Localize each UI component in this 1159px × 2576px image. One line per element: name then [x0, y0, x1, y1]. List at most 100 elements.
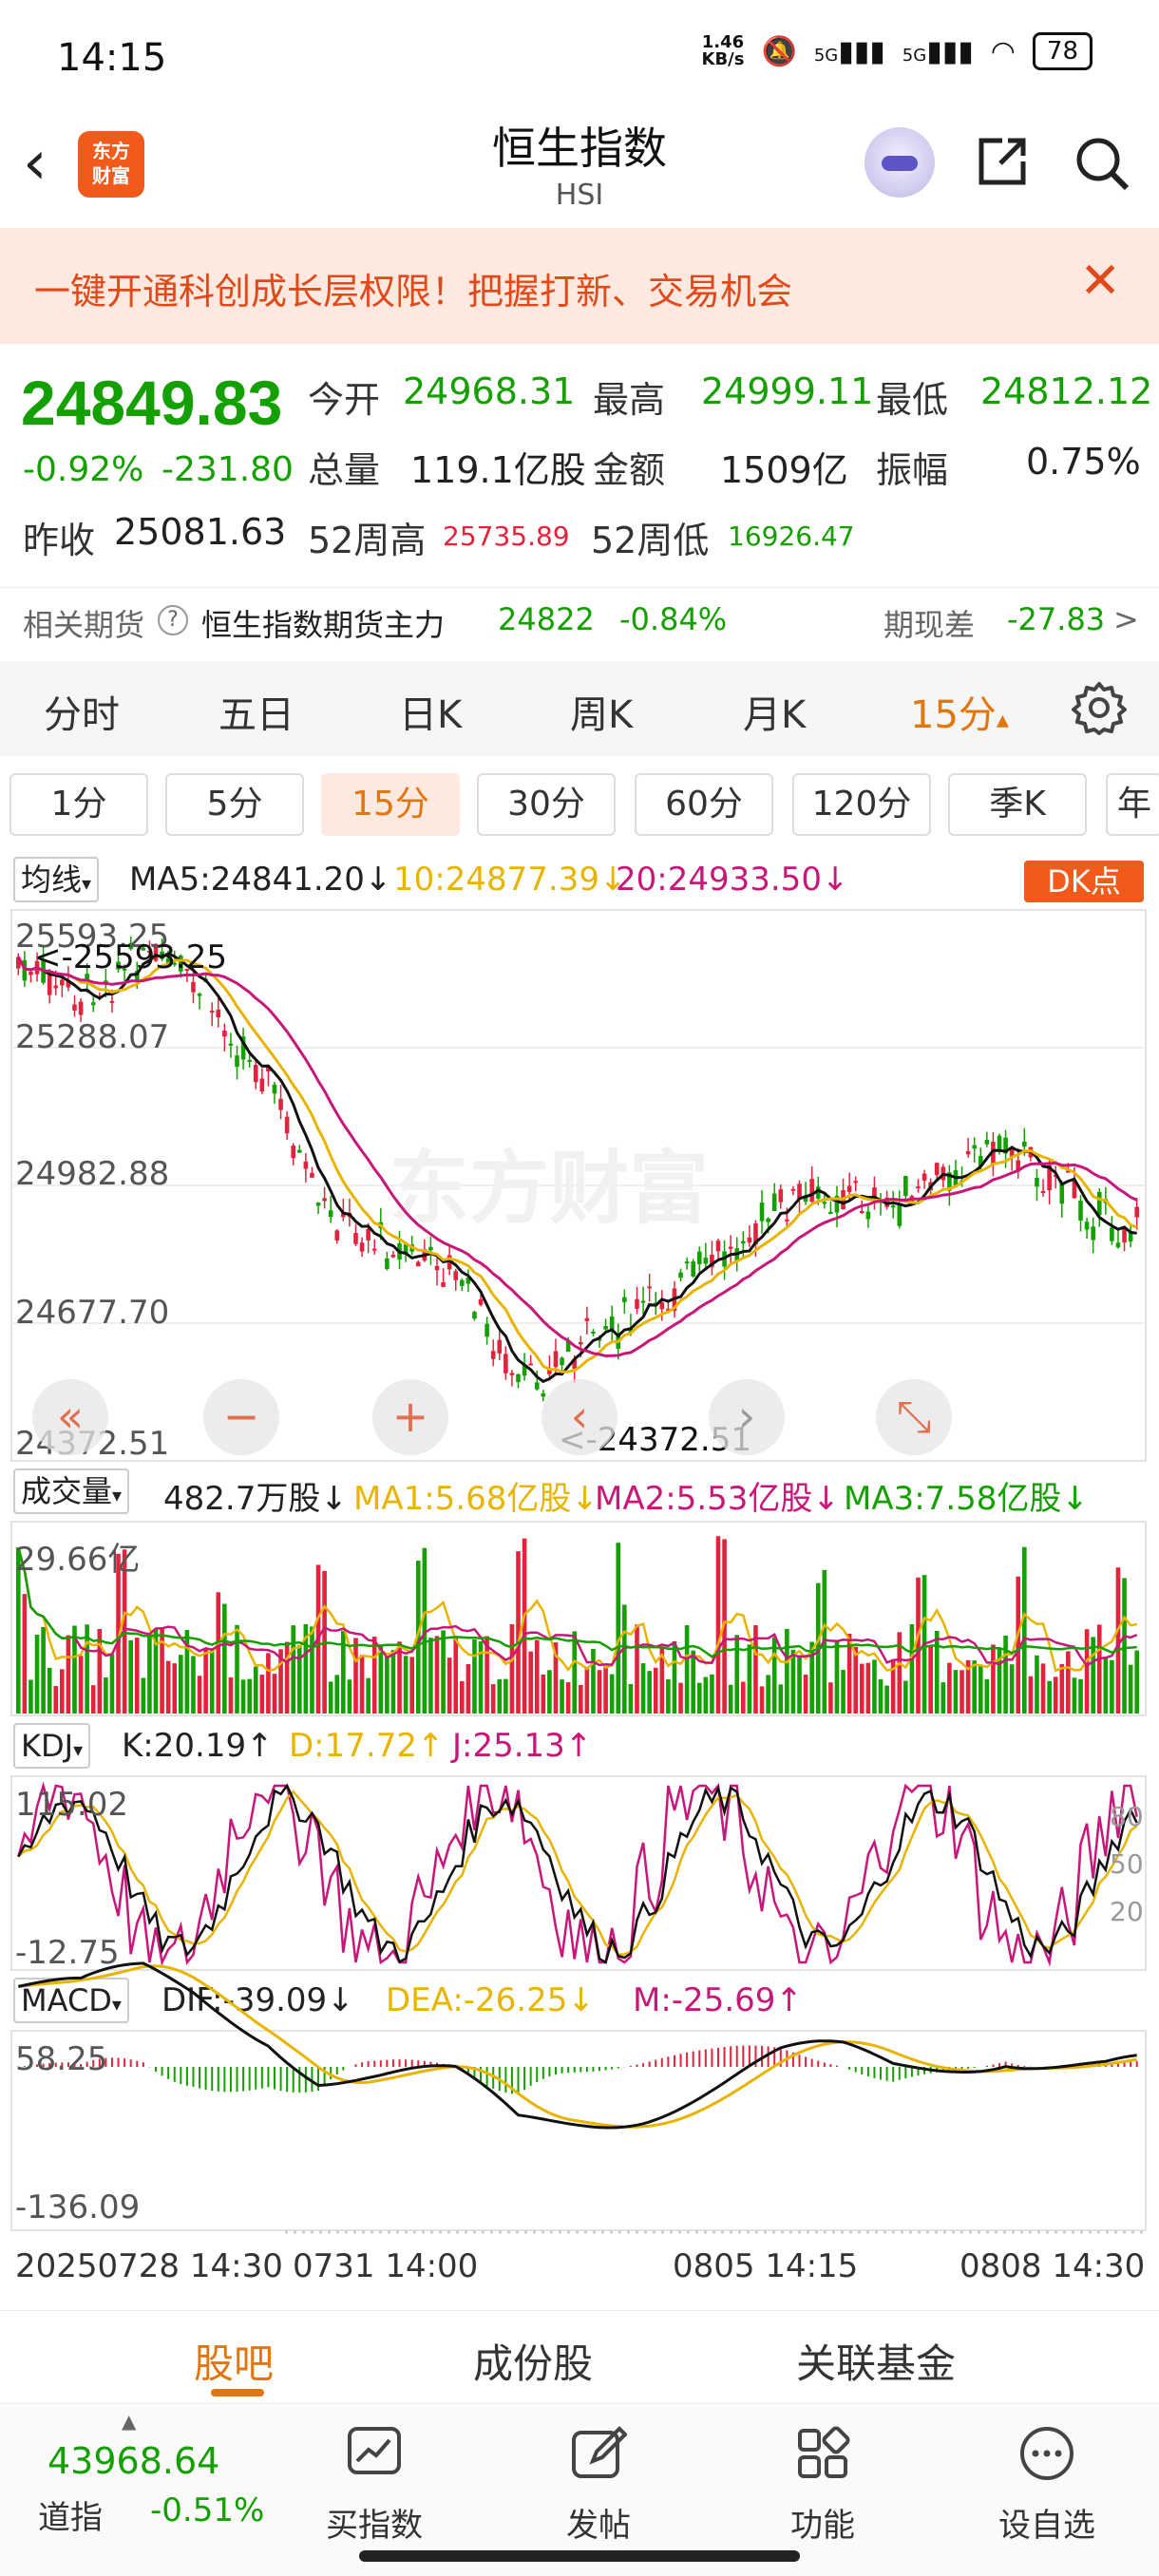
volume-bar: [603, 1666, 608, 1714]
volume-bar: [960, 1670, 964, 1714]
help-icon[interactable]: ?: [158, 605, 188, 635]
related-futures-row[interactable]: 相关期货 ? 恒生指数期货主力 24822 -0.84% 期现差 -27.83 …: [0, 587, 1159, 655]
gear-icon[interactable]: [1072, 680, 1127, 735]
ma-selector[interactable]: 均线▾: [13, 857, 100, 902]
tab-intraday[interactable]: 分时: [44, 684, 120, 739]
promo-banner[interactable]: 一键开通科创成长层权限！把握打新、交易机会 ✕: [0, 228, 1159, 344]
djia-value[interactable]: 43968.64: [48, 2440, 219, 2482]
volume-bar: [1096, 1624, 1102, 1714]
volume-bar: [1115, 1567, 1121, 1714]
tab-monthly-k[interactable]: 月K: [743, 684, 806, 739]
dk-point-button[interactable]: DK点: [1024, 861, 1144, 902]
volume-bar: [104, 1676, 108, 1714]
volume-bar: [134, 1638, 140, 1714]
volume-bar: [1053, 1676, 1058, 1714]
tab-forum[interactable]: 股吧: [194, 2332, 274, 2390]
zoom-in-icon[interactable]: +: [372, 1379, 448, 1455]
volume-max-label: 29.66亿: [15, 1541, 141, 1579]
amplitude-value: 0.75%: [1026, 441, 1141, 483]
volume-bar: [865, 1662, 871, 1714]
chip-1min[interactable]: 1分: [10, 773, 148, 836]
share-icon[interactable]: [974, 133, 1031, 190]
volume-bar: [853, 1646, 859, 1714]
volume-bar: [216, 1592, 221, 1714]
chip-quarter-k[interactable]: 季K: [948, 773, 1087, 836]
volume-bar: [165, 1660, 171, 1714]
candle-body: [696, 1251, 702, 1264]
chip-15min[interactable]: 15分: [321, 773, 460, 836]
chip-120min[interactable]: 120分: [792, 773, 931, 836]
volume-bar: [191, 1656, 196, 1714]
candle-body: [541, 1392, 546, 1397]
chevron-right-icon[interactable]: >: [1113, 601, 1139, 637]
buy-index-button[interactable]: 买指数: [308, 2425, 441, 2546]
tab-weekly-k[interactable]: 周K: [570, 684, 633, 739]
volume-bar: [547, 1670, 552, 1714]
scroll-left-fast-icon[interactable]: «: [32, 1379, 108, 1455]
functions-button[interactable]: 功能: [756, 2425, 889, 2546]
chip-30min[interactable]: 30分: [477, 773, 616, 836]
back-button[interactable]: ‹: [23, 133, 70, 199]
volume-bar: [371, 1637, 377, 1714]
macd-dea-line: [18, 1964, 1137, 2129]
tab-five-day[interactable]: 五日: [218, 684, 294, 739]
candle-body: [591, 1331, 596, 1334]
volume-bar: [247, 1678, 252, 1714]
candle-body: [284, 1116, 290, 1134]
volume-bar: [834, 1641, 840, 1714]
chip-60min[interactable]: 60分: [635, 773, 773, 836]
week52-low-value: 16926.47: [728, 521, 855, 552]
volume-bar: [228, 1676, 234, 1714]
app-logo: 东方 财富: [78, 131, 144, 198]
chip-year-k[interactable]: 年: [1106, 773, 1159, 836]
djia-change: -0.51%: [150, 2491, 265, 2529]
volume-bar: [728, 1684, 733, 1714]
ma20-label: 20:24933.50↓: [616, 861, 849, 899]
amount-label: 金额: [593, 449, 666, 491]
candle-body: [609, 1316, 615, 1331]
minute-chips: 1分 5分 15分 30分 60分 120分 季K 年: [0, 760, 1159, 849]
tab-related-funds[interactable]: 关联基金: [796, 2332, 956, 2390]
chip-5min[interactable]: 5分: [165, 773, 304, 836]
search-icon[interactable]: [1072, 133, 1132, 194]
volume-bar: [334, 1675, 340, 1714]
scroll-left-icon[interactable]: ‹: [542, 1379, 618, 1455]
candle-body: [785, 1219, 789, 1222]
candle-body: [291, 1146, 296, 1159]
kdj-max-label: 115.02: [15, 1786, 128, 1824]
volume-bar: [172, 1663, 178, 1714]
kline-chart[interactable]: 东方财富: [0, 902, 1159, 2251]
candle-body: [441, 1281, 446, 1287]
candle-body: [72, 1004, 77, 1011]
post-button[interactable]: 发帖: [532, 2425, 665, 2546]
mute-bell-icon: 🔕: [761, 34, 797, 68]
volume-bar: [534, 1639, 540, 1714]
assistant-robot-icon[interactable]: [864, 127, 935, 198]
volume-bar: [1009, 1664, 1015, 1714]
candle-body: [253, 1065, 258, 1083]
tab-constituents[interactable]: 成份股: [473, 2332, 593, 2390]
zoom-out-icon[interactable]: −: [203, 1379, 279, 1455]
candle-body: [478, 1298, 484, 1305]
candle-body: [1134, 1206, 1140, 1218]
scroll-right-icon[interactable]: ›: [709, 1379, 785, 1455]
volume-bar: [509, 1623, 515, 1714]
candle-body: [490, 1351, 496, 1359]
tab-daily-k[interactable]: 日K: [399, 684, 462, 739]
candle-body: [497, 1339, 503, 1354]
add-watchlist-button[interactable]: 设自选: [980, 2425, 1113, 2546]
volume-bar: [803, 1674, 808, 1714]
candle-body: [771, 1193, 777, 1211]
volume-bar: [490, 1684, 496, 1714]
volume-bar: [1078, 1678, 1083, 1714]
volume-bar: [1022, 1546, 1027, 1714]
kdj-80-label: 80: [1110, 1801, 1144, 1832]
volume-bar: [696, 1682, 702, 1714]
volume-bar: [785, 1628, 789, 1714]
candle-body: [1040, 1190, 1046, 1194]
tab-15min[interactable]: 15分▴: [910, 684, 1009, 739]
fullscreen-icon[interactable]: ⤡: [876, 1379, 952, 1455]
ma5-label: MA5:24841.20↓: [129, 861, 392, 899]
close-icon[interactable]: ✕: [1079, 253, 1121, 310]
volume-bar: [766, 1675, 770, 1714]
